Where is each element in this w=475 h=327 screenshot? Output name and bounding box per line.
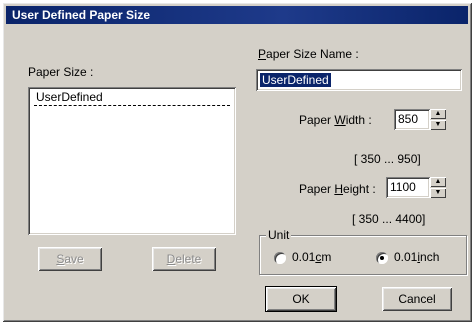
paper-size-label: Paper Size :: [28, 65, 94, 79]
cancel-button[interactable]: Cancel: [382, 287, 452, 311]
delete-button[interactable]: Delete: [152, 247, 216, 271]
delete-button-label: elete: [175, 252, 202, 266]
paper-height-value: 1100: [390, 180, 416, 194]
unit-groupbox: Unit 0.01cm 0.01inch: [259, 228, 467, 275]
paper-height-input[interactable]: 1100: [386, 177, 430, 198]
paper-size-name-value: UserDefined: [260, 73, 331, 87]
list-item[interactable]: UserDefined: [34, 90, 230, 106]
paper-width-input[interactable]: 850: [394, 109, 430, 130]
paper-width-label: Paper Width :: [299, 113, 372, 127]
paper-width-mnemonic: W: [334, 113, 346, 127]
save-button[interactable]: Save: [38, 247, 102, 271]
unit-inch-radio[interactable]: [376, 252, 388, 264]
unit-group-label: Unit: [266, 228, 292, 242]
paper-height-range: [ 350 ... 4400]: [352, 212, 426, 226]
unit-cm-label-pre: 0.01: [292, 250, 316, 264]
unit-cm-label-post: m: [321, 250, 332, 264]
paper-height-label-pre: Paper: [299, 182, 335, 196]
ok-button-label: OK: [292, 292, 310, 306]
user-defined-paper-size-dialog: User Defined Paper Size Paper Size : Use…: [2, 2, 472, 322]
paper-width-value: 850: [398, 112, 419, 126]
window-title: User Defined Paper Size: [12, 8, 151, 22]
paper-width-spinner[interactable]: ▲ ▼: [430, 109, 446, 130]
unit-inch-label-post: nch: [420, 250, 440, 264]
up-arrow-icon[interactable]: ▲: [430, 177, 446, 187]
delete-button-mnemonic: D: [166, 252, 176, 266]
down-arrow-icon[interactable]: ▼: [430, 120, 446, 130]
unit-cm-radio[interactable]: [274, 252, 286, 264]
paper-width-range: [ 350 ... 950]: [354, 152, 421, 166]
title-bar[interactable]: User Defined Paper Size: [6, 6, 468, 24]
paper-size-name-label-text: aper Size Name :: [266, 47, 359, 61]
paper-height-mnemonic: H: [334, 182, 344, 196]
cancel-button-label: Cancel: [398, 292, 436, 306]
save-button-label: ave: [64, 252, 84, 266]
paper-height-spinner[interactable]: ▲ ▼: [430, 177, 446, 198]
up-arrow-icon[interactable]: ▲: [430, 109, 446, 119]
ok-button[interactable]: OK: [266, 287, 336, 311]
paper-width-label-post: idth :: [345, 113, 372, 127]
radio-selected-dot: [380, 256, 384, 260]
unit-inch-label[interactable]: 0.01inch: [394, 250, 439, 264]
paper-height-label-post: eight :: [343, 182, 376, 196]
down-arrow-icon[interactable]: ▼: [430, 188, 446, 198]
paper-size-listbox[interactable]: UserDefined: [28, 87, 236, 235]
paper-width-label-pre: Paper: [299, 113, 335, 127]
unit-inch-label-pre: 0.01: [394, 250, 418, 264]
paper-size-name-mnemonic: P: [258, 47, 267, 61]
paper-size-name-input[interactable]: UserDefined: [256, 69, 462, 91]
paper-height-label: Paper Height :: [299, 182, 376, 196]
unit-cm-label[interactable]: 0.01cm: [292, 250, 331, 264]
paper-size-name-label: Paper Size Name :: [258, 47, 359, 61]
